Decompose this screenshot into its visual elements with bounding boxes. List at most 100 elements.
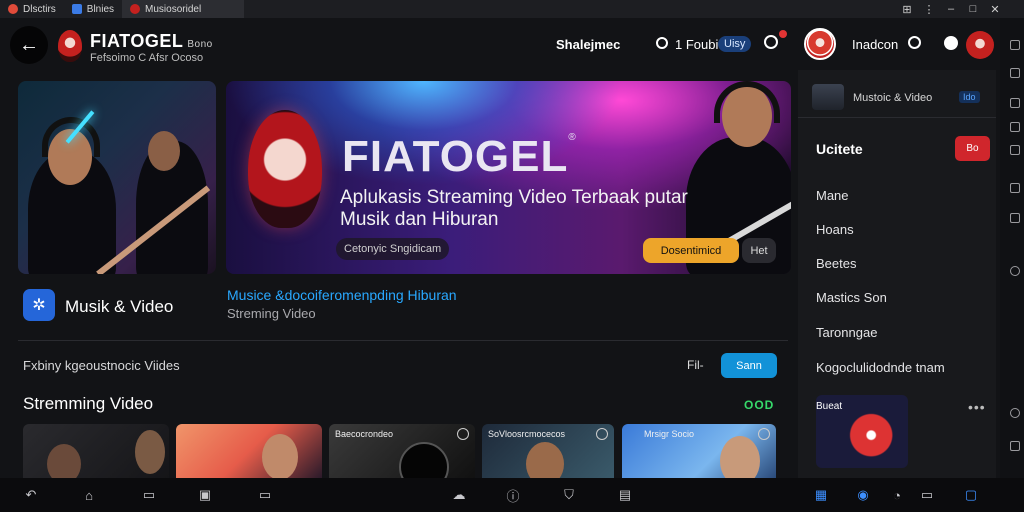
thumb-3-vinyl bbox=[399, 442, 449, 478]
back-button[interactable]: ← bbox=[10, 26, 48, 64]
section-title: Stremming Video bbox=[23, 394, 154, 413]
hero-mascot-logo bbox=[248, 110, 322, 228]
guitarist-face bbox=[148, 131, 180, 171]
maximize-icon[interactable]: □ bbox=[962, 0, 984, 18]
login-link[interactable]: 1 Foubi bbox=[675, 37, 718, 52]
window-pin-icon[interactable]: ⋮ bbox=[918, 0, 940, 18]
notification-dot-icon bbox=[779, 30, 787, 38]
screenshot-nav-icon[interactable]: ▣ bbox=[196, 486, 214, 504]
hero-secondary-button[interactable]: Het bbox=[742, 238, 776, 263]
toolbar-settings-icon[interactable] bbox=[1010, 408, 1020, 418]
window-tab-3[interactable]: Musiosoridel bbox=[122, 0, 245, 18]
recents-nav-icon[interactable]: ▭ bbox=[140, 486, 158, 504]
tab-1-icon bbox=[8, 4, 18, 14]
thumb-1-face bbox=[47, 444, 81, 478]
user-pill[interactable]: Uisy bbox=[718, 36, 752, 52]
video-thumbnail-4[interactable]: SoVloosrcmocecos bbox=[482, 424, 614, 478]
brand-logo bbox=[58, 30, 82, 62]
right-panel-top-badge: Ido bbox=[959, 91, 980, 103]
back-nav-icon[interactable]: ↶ bbox=[22, 486, 40, 504]
storage-nav-icon[interactable]: ▤ bbox=[616, 486, 634, 504]
toolbar-keyboard-icon[interactable] bbox=[1010, 40, 1020, 50]
chat-icon[interactable] bbox=[944, 36, 958, 50]
right-panel-item-4[interactable]: Mastics Son bbox=[816, 290, 887, 305]
search-icon[interactable] bbox=[764, 35, 778, 49]
thumb-3-label: Baecocrondeo bbox=[335, 429, 394, 439]
toolbar-apk-icon[interactable] bbox=[1010, 213, 1020, 223]
right-panel-heading: Ucitete bbox=[816, 141, 863, 157]
right-panel-item-5[interactable]: Taronngae bbox=[816, 325, 877, 340]
hero-chip[interactable]: Cetonyic Sngidicam bbox=[336, 238, 450, 260]
window-tab-1-label: Dlsctirs bbox=[23, 3, 56, 15]
header-center-text[interactable]: Shalejmec bbox=[556, 37, 620, 52]
tab-3-icon bbox=[130, 4, 141, 14]
window-tab-1[interactable]: Dlsctirs bbox=[0, 0, 64, 18]
gamepad-nav-icon[interactable]: ◉ bbox=[854, 486, 872, 504]
category-icon[interactable]: ✲ bbox=[23, 289, 55, 321]
category-link[interactable]: Musice &docoiferomenpding Hiburan bbox=[227, 287, 457, 303]
right-panel-thumbnail[interactable] bbox=[812, 84, 844, 110]
toolbar-folder-icon[interactable] bbox=[1010, 98, 1020, 108]
window-menu-icon[interactable]: ⊞ bbox=[896, 0, 918, 18]
section-title-small: Fxbiny kgeoustnocic Viides bbox=[23, 358, 180, 373]
toolbar-more-icon[interactable] bbox=[1010, 441, 1020, 451]
keyboard-nav-icon[interactable]: ▦ bbox=[812, 486, 830, 504]
user-avatar[interactable] bbox=[966, 31, 994, 59]
hero-reg-mark: ® bbox=[568, 132, 577, 143]
profile-avatar[interactable] bbox=[804, 28, 836, 60]
shield-nav-icon[interactable]: ⛉ bbox=[560, 486, 578, 504]
section-button[interactable]: Sann bbox=[721, 353, 777, 378]
featured-video-left[interactable] bbox=[18, 81, 216, 274]
display-nav-icon[interactable]: ▢ bbox=[962, 486, 980, 504]
content-divider bbox=[18, 340, 788, 341]
category-meta: Streming Video bbox=[227, 306, 316, 321]
app-subtitle: Fefsoimo C Afsr Ocoso bbox=[90, 52, 204, 64]
thumb-3-play-icon[interactable] bbox=[457, 428, 469, 440]
video-thumbnail-2[interactable] bbox=[176, 424, 322, 478]
thumb-4-face bbox=[526, 442, 564, 478]
close-icon[interactable]: ✕ bbox=[984, 0, 1006, 18]
toolbar-export-icon[interactable] bbox=[1010, 183, 1020, 193]
video-thumbnail-5[interactable]: Mrsigr Socio bbox=[622, 424, 776, 478]
cloud-nav-icon[interactable]: ☁ bbox=[450, 486, 468, 504]
right-panel-item-6[interactable]: Kogoclulidodnde tnam bbox=[816, 360, 945, 375]
fullscreen-nav-icon[interactable]: ▭ bbox=[918, 486, 936, 504]
thumb-2-face bbox=[262, 434, 298, 478]
window-tab-strip: Dlsctirs Blnies Musiosoridel bbox=[0, 0, 1024, 18]
app-title: FIATOGEL Bono bbox=[90, 31, 213, 51]
thumb-5-play-icon[interactable] bbox=[758, 428, 770, 440]
hero-headphones-icon bbox=[714, 81, 780, 123]
right-panel-top-label[interactable]: Mustoic & Video bbox=[853, 92, 932, 104]
thumb-5-face bbox=[720, 436, 760, 478]
video-thumbnail-1[interactable] bbox=[23, 424, 169, 478]
window-tab-2-label: Blnies bbox=[86, 3, 115, 15]
thumb-4-play-icon[interactable] bbox=[596, 428, 608, 440]
section-badge: OOD bbox=[744, 398, 775, 412]
window-tab-2[interactable]: Blnies bbox=[64, 0, 122, 18]
toolbar-layers-icon[interactable] bbox=[1010, 122, 1020, 132]
toolbar-rotate-icon[interactable] bbox=[1010, 266, 1020, 276]
minimize-icon[interactable]: – bbox=[940, 0, 962, 18]
header-search-icon[interactable] bbox=[908, 36, 921, 49]
app-title-suffix: Bono bbox=[187, 39, 213, 50]
right-panel-item-2[interactable]: Hoans bbox=[816, 222, 854, 237]
profile-label[interactable]: Inadcon bbox=[852, 37, 898, 52]
right-panel-divider bbox=[798, 117, 996, 118]
hero-primary-button[interactable]: Dosentimicd bbox=[643, 238, 739, 263]
right-panel-heading-badge[interactable]: Bo bbox=[955, 136, 990, 161]
home-nav-icon[interactable]: ⌂ bbox=[80, 486, 98, 504]
more-options-icon[interactable]: ••• bbox=[968, 399, 986, 415]
right-panel-item-3[interactable]: Beetes bbox=[816, 256, 856, 271]
category-label[interactable]: Musik & Video bbox=[65, 297, 173, 317]
toolbar-screen-icon[interactable] bbox=[1010, 68, 1020, 78]
toolbar-camera-icon[interactable] bbox=[1010, 145, 1020, 155]
video-thumbnail-3[interactable]: Baecocrondeo bbox=[329, 424, 475, 478]
section-filter-label[interactable]: Fil- bbox=[687, 358, 704, 372]
info-nav-icon[interactable]: ⓘ bbox=[504, 486, 522, 504]
right-panel-item-1[interactable]: Mane bbox=[816, 188, 849, 203]
window-tab-3-label: Musiosoridel bbox=[145, 3, 202, 15]
speed-nav-icon[interactable]: ◔ bbox=[888, 486, 906, 504]
window-nav-icon[interactable]: ▭ bbox=[256, 486, 274, 504]
right-panel-card-label: Bueat bbox=[816, 401, 843, 412]
tab-2-icon bbox=[71, 4, 82, 14]
